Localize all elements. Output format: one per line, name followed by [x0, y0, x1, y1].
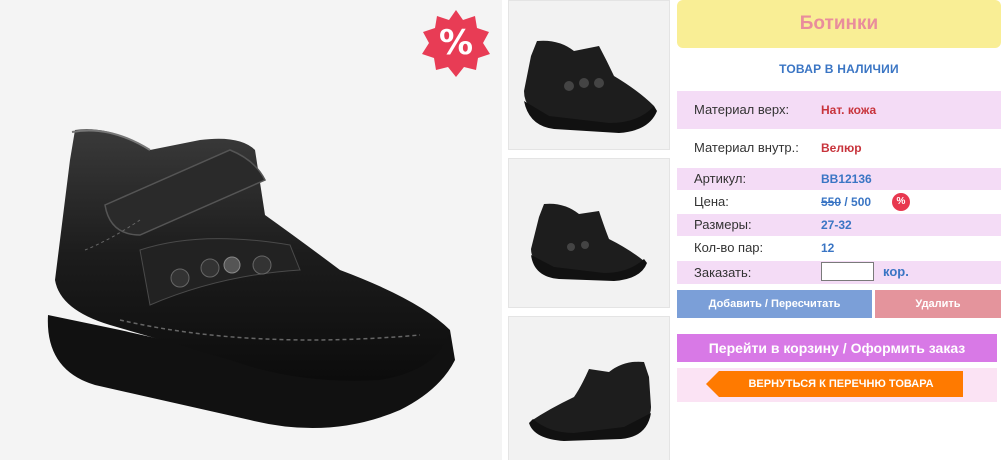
sale-badge-label: % — [438, 23, 474, 63]
row-price: Цена: 550 / 500 % — [677, 191, 1001, 213]
product-title: Ботинки — [677, 0, 1001, 48]
go-to-cart-button[interactable]: Перейти в корзину / Оформить заказ — [677, 334, 997, 362]
back-button-container: ВЕРНУТЬСЯ К ПЕРЕЧНЮ ТОВАРА — [677, 368, 997, 402]
article-value: BB12136 — [821, 172, 872, 186]
order-label: Заказать: — [694, 265, 752, 280]
boot-thumbnail-image — [524, 40, 657, 133]
boot-thumbnail-image — [529, 361, 651, 441]
row-material-top: Материал верх: Нат. кожа — [677, 91, 1001, 129]
pairs-value: 12 — [821, 241, 835, 255]
material-inner-label: Материал внутр.: — [694, 140, 799, 155]
price-separator: / — [841, 195, 852, 209]
sizes-value: 27-32 — [821, 218, 852, 232]
back-to-list-label: ВЕРНУТЬСЯ К ПЕРЕЧНЮ ТОВАРА — [748, 378, 934, 390]
material-top-value: Нат. кожа — [821, 103, 877, 117]
percent-badge-icon: % — [892, 193, 910, 211]
order-unit: кор. — [883, 264, 909, 279]
thumbnail-3[interactable] — [508, 316, 670, 460]
delete-button[interactable]: Удалить — [875, 290, 1001, 318]
material-inner-value: Велюр — [821, 141, 862, 155]
sizes-label: Размеры: — [694, 217, 752, 232]
price-value: 550 / 500 — [821, 195, 871, 209]
thumbnail-2[interactable] — [508, 158, 670, 308]
back-to-list-button[interactable]: ВЕРНУТЬСЯ К ПЕРЕЧНЮ ТОВАРА — [706, 371, 963, 397]
row-sizes: Размеры: 27-32 — [677, 214, 1001, 236]
material-top-label: Материал верх: — [694, 102, 790, 117]
arrow-left-icon — [706, 371, 719, 397]
boot-thumbnail-image — [531, 203, 647, 281]
row-material-inner: Материал внутр.: Велюр — [677, 129, 1001, 167]
stock-status: ТОВАР В НАЛИЧИИ — [779, 62, 899, 76]
sale-badge: % — [420, 8, 492, 80]
order-quantity-input[interactable] — [821, 262, 874, 281]
price-label: Цена: — [694, 194, 729, 209]
price-new: 500 — [851, 195, 872, 209]
add-recalculate-button[interactable]: Добавить / Пересчитать — [677, 290, 872, 318]
thumbnail-1[interactable] — [508, 0, 670, 150]
pairs-label: Кол-во пар: — [694, 240, 764, 255]
price-old: 550 — [821, 195, 842, 209]
row-article: Артикул: BB12136 — [677, 168, 1001, 190]
row-order: Заказать: кор. — [677, 261, 1001, 284]
article-label: Артикул: — [694, 171, 747, 186]
main-product-image[interactable]: % — [0, 0, 502, 460]
row-pairs: Кол-во пар: 12 — [677, 237, 1001, 259]
